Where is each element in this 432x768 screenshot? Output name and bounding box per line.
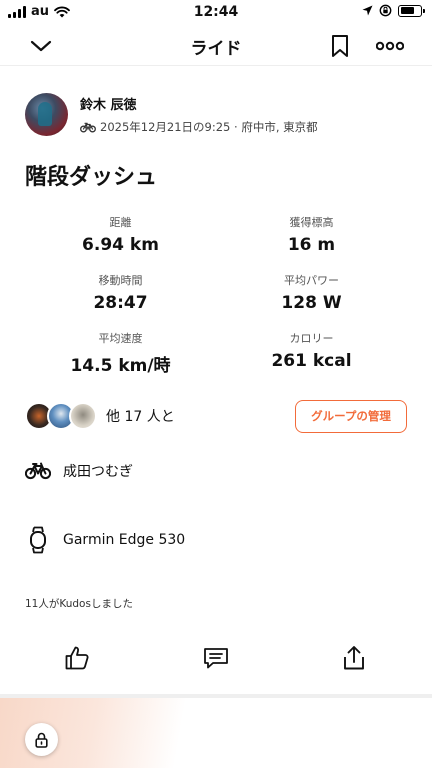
bike-icon [25, 462, 51, 480]
stat-value: 14.5 km/時 [70, 356, 171, 376]
stat-moving-time: 移動時間 28:47 [25, 272, 216, 320]
stat-label: カロリー [289, 332, 334, 345]
bike-name[interactable]: 成田つむぎ [63, 461, 133, 481]
group-row: 他 17 人と グループの管理 [25, 399, 407, 433]
watch-icon [30, 526, 46, 554]
comment-icon [204, 648, 228, 669]
group-avatars[interactable] [25, 402, 97, 430]
thumbs-up-icon [65, 646, 89, 670]
stat-value: 128 W [281, 293, 342, 313]
stat-label: 平均パワー [284, 274, 339, 287]
share-button[interactable] [336, 640, 372, 676]
stat-avg-speed: 平均速度 14.5 km/時 [25, 330, 216, 378]
location-arrow-icon [362, 5, 373, 16]
stat-value: 261 kcal [271, 351, 352, 371]
bookmark-button[interactable] [324, 30, 356, 62]
stat-value: 6.94 km [82, 235, 159, 255]
privacy-button[interactable] [25, 723, 58, 756]
stat-elevation: 獲得標高 16 m [216, 214, 407, 262]
device-name[interactable]: Garmin Edge 530 [63, 532, 185, 548]
stat-avg-power: 平均パワー 128 W [216, 272, 407, 320]
stat-calories: カロリー 261 kcal [216, 330, 407, 378]
stat-distance: 距離 6.94 km [25, 214, 216, 262]
stat-label: 平均速度 [98, 332, 143, 345]
activity-title: 階段ダッシュ [25, 165, 158, 190]
more-button[interactable] [374, 30, 406, 62]
battery-icon [398, 4, 425, 17]
stat-label: 獲得標高 [289, 216, 334, 229]
orientation-lock-icon [379, 4, 392, 17]
media-preview[interactable] [0, 698, 432, 768]
kudos-button[interactable] [59, 640, 95, 676]
action-bar [0, 640, 432, 676]
share-icon [344, 646, 364, 670]
comment-button[interactable] [198, 640, 234, 676]
device-row[interactable]: Garmin Edge 530 [25, 526, 185, 554]
nav-bar: ライド [0, 26, 432, 66]
bike-icon [80, 122, 96, 132]
stat-value: 28:47 [93, 293, 148, 313]
bookmark-icon [332, 35, 348, 57]
activity-meta: 2025年12月21日の9:25 · 府中市, 東京都 [100, 120, 318, 134]
manage-group-button[interactable]: グループの管理 [295, 399, 407, 433]
lock-icon [35, 732, 48, 748]
more-icon [376, 41, 404, 51]
stat-label: 距離 [109, 216, 132, 229]
avatar[interactable] [69, 402, 97, 430]
group-count[interactable]: 他 17 人と [106, 406, 175, 426]
kudos-count[interactable]: 11人がKudosしました [25, 596, 133, 611]
stat-value: 16 m [287, 235, 336, 255]
stats-grid: 距離 6.94 km 獲得標高 16 m 移動時間 28:47 平均パワー 12… [25, 214, 407, 378]
stat-label: 移動時間 [98, 274, 143, 287]
athlete-name[interactable]: 鈴木 辰徳 [80, 94, 318, 113]
page-title: ライド [190, 39, 242, 59]
status-bar: au 12:44 [0, 0, 432, 26]
athlete-header[interactable]: 鈴木 辰徳 2025年12月21日の9:25 · 府中市, 東京都 [25, 93, 318, 136]
avatar[interactable] [25, 93, 68, 136]
bike-row[interactable]: 成田つむぎ [25, 461, 133, 481]
